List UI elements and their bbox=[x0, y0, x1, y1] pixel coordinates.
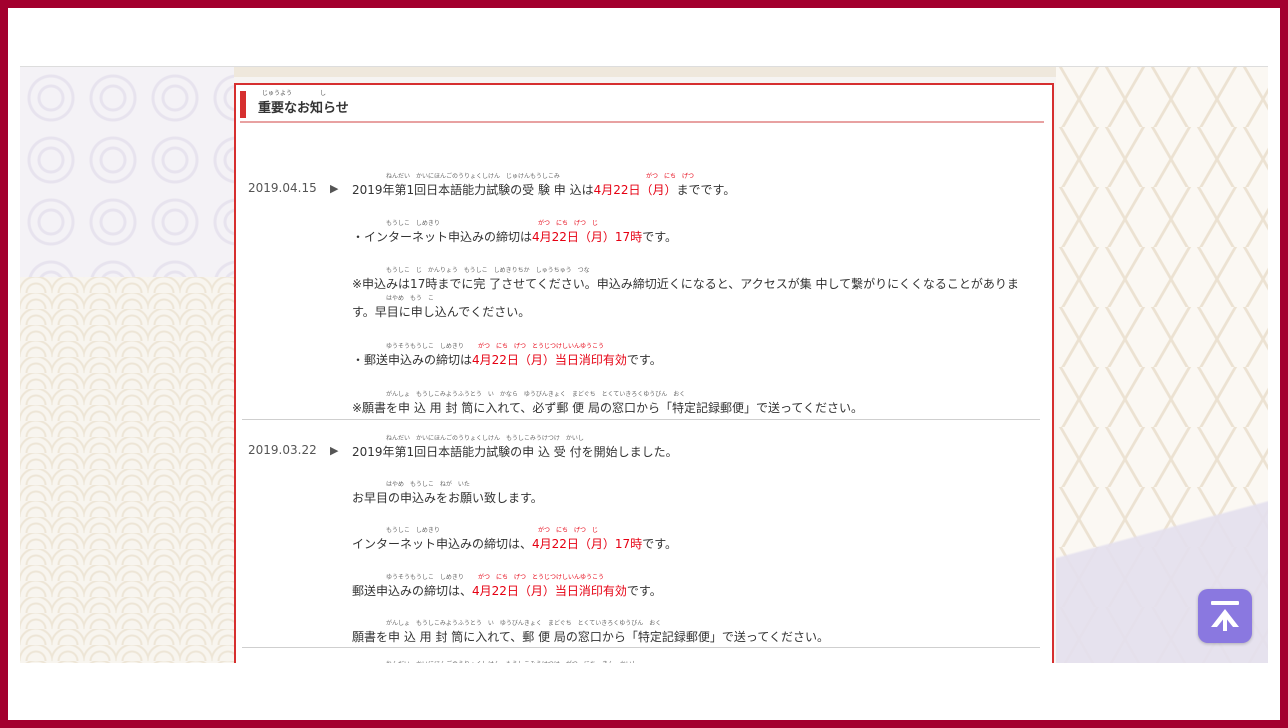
notice-text: ※申込みは17時までに完 了させてください。申込み締切近くになると、アクセスが集… bbox=[352, 277, 1019, 291]
notice-text: 2019年第1回日本語能力試験の受 験 申 込は bbox=[352, 183, 594, 197]
furigana: はやめ もう こ bbox=[386, 295, 434, 302]
furigana-highlight: がつ にち げつ とうじつけしいんゆうこう bbox=[478, 574, 605, 581]
furigana: もうしこ しめきり bbox=[386, 220, 440, 227]
furigana-highlight: がつ にち げつ じ bbox=[538, 527, 599, 534]
notice-text-tail: です。 bbox=[642, 537, 678, 551]
arrow-icon: ▶ bbox=[330, 444, 339, 457]
notice-text-line: 郵送申込みの締切は、4月22日（月）当日消印有効です。 bbox=[352, 582, 662, 599]
notice-text: 2019年第1回日本語能力試験の申 込 受 付を開始しました。 bbox=[352, 445, 678, 459]
notice-text-tail: までです。 bbox=[676, 183, 736, 197]
notice-text-tail: です。 bbox=[626, 584, 662, 598]
furigana-highlight: がつ にち げつ じ bbox=[538, 220, 599, 227]
notice-text: お早目の申込みをお願い致します。 bbox=[352, 491, 543, 505]
notice-text-line: インターネット申込みの締切は、4月22日（月）17時です。 bbox=[352, 535, 677, 552]
header-accent-bar bbox=[240, 91, 246, 118]
furigana-highlight: がつ にち げつ bbox=[646, 173, 695, 180]
notice-panel: じゅうよう し 重要なお知らせ 2019.04.15 ▶ ねんだい かいにほんごのう… bbox=[234, 83, 1054, 663]
furigana: はやめ もうしこ ねが いた bbox=[386, 481, 470, 488]
notice-text-line: ※願書を申 込 用 封 筒に入れて、必ず郵 便 局の窓口から「特定記録郵便」で送… bbox=[352, 399, 863, 416]
title-ruby: じゅうよう bbox=[262, 90, 293, 97]
top-band bbox=[234, 67, 1056, 77]
notice-text: ・インターネット申込みの締切は bbox=[352, 230, 533, 244]
left-wave-pattern bbox=[20, 277, 234, 663]
furigana: ねんだい かいにほんごのうりょくしけん もうしこみうけつけ がつ にち きん か… bbox=[386, 659, 638, 663]
notice-text: インターネット申込みの締切は、 bbox=[352, 537, 533, 551]
furigana: ゆうそうもうしこ しめきり bbox=[386, 574, 464, 581]
notice-date: 2019.03.22 bbox=[248, 443, 317, 457]
furigana: がんしょ もうしこみようふうとう い かなら ゆうびんきょく まどぐち とくてい… bbox=[386, 391, 686, 398]
furigana: もうしこ じ かんりょう もうしこ しめきりちか しゅうちゅう つな bbox=[386, 267, 590, 274]
arrow-icon: ▶ bbox=[330, 182, 339, 195]
notice-text-tail: です。 bbox=[626, 353, 662, 367]
notice-text: 願書を申 込 用 封 筒に入れて、郵 便 局の窓口から「特定記録郵便」で送ってく… bbox=[352, 630, 829, 644]
deadline-highlight: 4月22日（月）当日消印有効 bbox=[472, 353, 627, 367]
notice-text-line: ・郵送申込みの締切は4月22日（月）当日消印有効です。 bbox=[352, 351, 662, 368]
furigana-highlight: がつ にち げつ とうじつけしいんゆうこう bbox=[478, 343, 605, 350]
deadline-highlight: 4月22日（月） bbox=[593, 183, 677, 197]
furigana: ねんだい かいにほんごのうりょくしけん じゅけんもうしこみ bbox=[386, 173, 560, 180]
notice-text-line: ※申込みは17時までに完 了させてください。申込み締切近くになると、アクセスが集… bbox=[352, 275, 1019, 292]
page-top-button[interactable] bbox=[1198, 589, 1252, 643]
notice-text-line: 2019年第1回日本語能力試験の申 込 受 付を開始しました。 bbox=[352, 443, 678, 460]
notice-text-line: 2019年第1回日本語能力試験の受 験 申 込は4月22日（月）までです。 bbox=[352, 181, 735, 198]
notice-text-tail: です。 bbox=[642, 230, 678, 244]
notice-text: ・郵送申込みの締切は bbox=[352, 353, 473, 367]
notice-text: 郵送申込みの締切は、 bbox=[352, 584, 473, 598]
section-header: じゅうよう し 重要なお知らせ bbox=[240, 90, 1044, 123]
deadline-highlight: 4月22日（月）17時 bbox=[532, 537, 643, 551]
entry-divider bbox=[242, 419, 1040, 420]
furigana: ゆうそうもうしこ しめきり bbox=[386, 343, 464, 350]
notice-text-line: 願書を申 込 用 封 筒に入れて、郵 便 局の窓口から「特定記録郵便」で送ってく… bbox=[352, 628, 829, 645]
furigana: がんしょ もうしこみようふうとう い ゆうびんきょく まどぐち とくていきろくゆ… bbox=[386, 620, 662, 627]
notice-text: ※願書を申 込 用 封 筒に入れて、必ず郵 便 局の窓口から「特定記録郵便」で送… bbox=[352, 401, 864, 415]
deadline-highlight: 4月22日（月）当日消印有効 bbox=[472, 584, 627, 598]
page-viewport: じゅうよう し 重要なお知らせ 2019.04.15 ▶ ねんだい かいにほんごのう… bbox=[20, 66, 1268, 663]
notice-date: 2019.04.15 bbox=[248, 181, 317, 195]
page-top-icon bbox=[1211, 601, 1239, 631]
notice-text-line: ・インターネット申込みの締切は4月22日（月）17時です。 bbox=[352, 228, 677, 245]
title-ruby: し bbox=[320, 90, 327, 97]
notice-text-line: す。早目に申し込んでください。 bbox=[352, 303, 530, 320]
entry-divider bbox=[242, 647, 1040, 648]
furigana: もうしこ しめきり bbox=[386, 527, 440, 534]
furigana: ねんだい かいにほんごのうりょくしけん もうしこみうけつけ かいし bbox=[386, 435, 584, 442]
deadline-highlight: 4月22日（月）17時 bbox=[532, 230, 643, 244]
section-title: 重要なお知らせ bbox=[258, 101, 349, 116]
notice-text: す。早目に申し込んでください。 bbox=[352, 305, 531, 319]
notice-text-line: お早目の申込みをお願い致します。 bbox=[352, 489, 543, 506]
